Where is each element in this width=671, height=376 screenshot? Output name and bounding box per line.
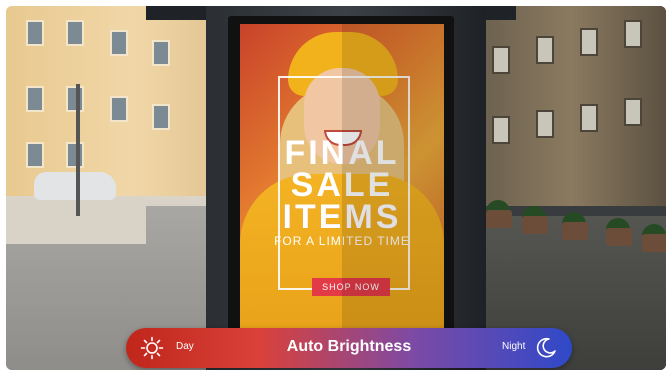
parked-car [34, 172, 116, 200]
ad-subline: FOR A LIMITED TIME [274, 234, 410, 248]
street-pole [76, 84, 80, 216]
night-label: Night [502, 341, 526, 352]
ad-poster: FINAL SALE ITEMS FOR A LIMITED TIME SHOP… [240, 24, 444, 336]
day-building [6, 6, 216, 196]
ad-headline-items: ITEMS [282, 198, 402, 236]
shop-now-button: SHOP NOW [312, 278, 390, 296]
night-building [476, 6, 666, 206]
scene: FINAL SALE ITEMS FOR A LIMITED TIME SHOP… [6, 6, 666, 370]
moon-icon [536, 337, 556, 358]
auto-brightness-bar: Day Auto Brightness Night [126, 328, 572, 368]
